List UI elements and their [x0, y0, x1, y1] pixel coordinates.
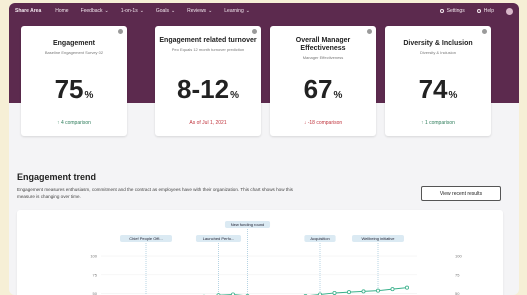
help-link[interactable]: Help [476, 8, 494, 14]
nav-item-reviews[interactable]: Reviews ⌄ [187, 8, 212, 14]
view-recent-results-button[interactable]: View recent results [421, 186, 501, 201]
metric-card-turnover[interactable]: Engagement related turnover Peo Equals 1… [155, 26, 261, 136]
metric-card-diversity[interactable]: Diversity & Inclusion Diversity & Inclus… [385, 26, 491, 136]
chevron-down-icon: ⌄ [208, 8, 213, 14]
info-icon[interactable] [482, 29, 487, 34]
right-y-tick-label: 75 [455, 272, 460, 277]
card-subtitle: Peo Equals 12 month turnover prediction [171, 47, 245, 52]
nav-label: Goals [155, 8, 169, 14]
card-subtitle: Manager Effectiveness [302, 55, 344, 60]
help-label: Help [483, 8, 494, 14]
nav-label: Learning [224, 8, 244, 14]
chevron-down-icon: ⌄ [104, 8, 109, 14]
chevron-down-icon: ⌄ [245, 8, 250, 14]
y-tick-label: 50 [93, 291, 98, 295]
info-icon[interactable] [367, 29, 372, 34]
nav-label: 1-on-1s [120, 8, 138, 14]
card-footer: As of Jul 1, 2021 [155, 120, 261, 126]
nav-label: Reviews [187, 8, 207, 14]
nav-label: Feedback [80, 8, 103, 14]
card-value: 74% [385, 76, 491, 109]
card-subtitle: Diversity & Inclusion [419, 50, 456, 55]
section-title: Engagement trend [17, 172, 97, 182]
footer-text: 4 comparison [60, 120, 91, 126]
section-description: Engagement measures enthusiasm, commitme… [17, 187, 293, 199]
trend-point [375, 288, 380, 293]
right-y-tick-label: 100 [455, 254, 462, 259]
footer-text: -18 comparison [307, 120, 343, 126]
gear-icon [439, 9, 444, 13]
nav-item-goals[interactable]: Goals ⌄ [156, 8, 175, 14]
footer-text: As of Jul 1, 2021 [189, 120, 227, 126]
trend-point [346, 290, 351, 295]
value-number: 75 [54, 74, 84, 104]
card-footer: ↓ -18 comparison [270, 120, 376, 126]
arrow-down-icon: ↓ [303, 120, 307, 126]
card-subtitle: Baseline Engagement Survey 02 [44, 50, 104, 55]
card-value: 67% [270, 76, 376, 109]
settings-link[interactable]: Settings [439, 8, 465, 14]
annotation-label: Wellbeing initiative [361, 236, 395, 241]
y-tick-label: 75 [93, 272, 98, 277]
right-y-tick-label: 50 [455, 291, 460, 295]
value-number: 74 [418, 74, 448, 104]
card-footer: ↑ 1 comparison [385, 120, 491, 126]
trend-chart-svg: 100 75 50 100 75 50 Chief People Offi... Launch… [90, 221, 462, 295]
card-footer: ↑ 4 comparison [21, 120, 127, 126]
card-title: Overall Manager Effectiveness [295, 37, 351, 52]
trend-point [390, 287, 395, 292]
help-icon [476, 9, 481, 13]
card-title: Engagement [52, 40, 95, 47]
engagement-trend-chart: 100 75 50 100 75 50 Chief People Offi... Launch… [17, 210, 503, 295]
arrow-up-icon: ↑ [57, 120, 60, 126]
value-unit: % [333, 90, 343, 101]
value-number: 67 [303, 74, 333, 104]
card-title: Diversity & Inclusion [403, 40, 473, 47]
value-unit: % [230, 90, 239, 101]
trend-point [404, 285, 409, 290]
footer-text: 1 comparison [424, 120, 455, 126]
avatar[interactable] [506, 7, 513, 15]
metric-card-engagement[interactable]: Engagement Baseline Engagement Survey 02… [21, 26, 127, 136]
nav-item-feedback[interactable]: Feedback ⌄ [81, 8, 109, 14]
info-icon[interactable] [118, 29, 123, 34]
settings-label: Settings [446, 8, 465, 14]
nav-item-1on1s[interactable]: 1-on-1s ⌄ [121, 8, 144, 14]
brand-label[interactable]: Share Area [15, 8, 41, 14]
info-icon[interactable] [252, 29, 257, 34]
annotation-label: Launched Perfo... [203, 236, 235, 241]
chevron-down-icon: ⌄ [170, 8, 176, 14]
y-tick-label: 100 [90, 254, 97, 259]
card-value: 75% [21, 76, 127, 109]
app-window: Share Area Home Feedback ⌄ 1-on-1s ⌄ Goals… [9, 3, 519, 295]
value-number: 8-12 [177, 74, 230, 104]
metric-card-manager-effectiveness[interactable]: Overall Manager Effectiveness Manager Ef… [270, 26, 376, 136]
annotation-label: Chief People Offi... [129, 236, 163, 241]
nav-label: Home [55, 8, 69, 14]
annotation-label: New funding round [231, 222, 265, 227]
trend-point [361, 289, 366, 294]
value-unit: % [448, 90, 458, 101]
top-navigation: Share Area Home Feedback ⌄ 1-on-1s ⌄ Goals… [9, 3, 519, 19]
arrow-up-icon: ↑ [421, 120, 424, 126]
trend-point [332, 290, 337, 295]
card-title: Engagement related turnover [159, 37, 257, 44]
value-unit: % [84, 90, 94, 101]
nav-item-home[interactable]: Home [55, 8, 68, 14]
chevron-down-icon: ⌄ [139, 8, 144, 14]
annotation-label: Acquisition [310, 236, 329, 241]
nav-item-learning[interactable]: Learning ⌄ [224, 8, 250, 14]
card-value: 8-12% [155, 76, 261, 109]
